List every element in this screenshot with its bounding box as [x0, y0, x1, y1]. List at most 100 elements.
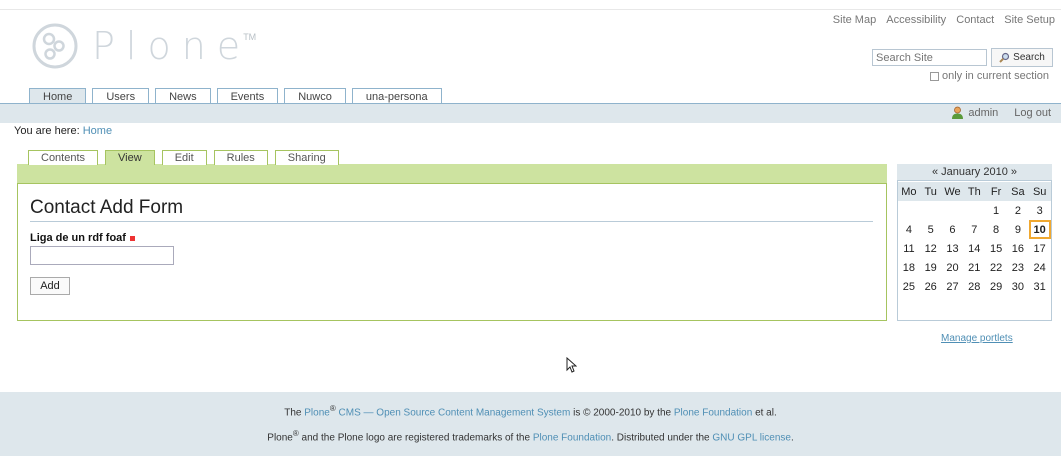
calendar-week-row: 11 12 13 14 15 16 17 [898, 239, 1051, 258]
calendar-day[interactable]: 18 [898, 258, 920, 277]
site-setup-link[interactable]: Site Setup [1004, 14, 1055, 26]
calendar-day[interactable]: 28 [963, 277, 985, 296]
footer-text: and the Plone logo are registered tradem… [301, 432, 531, 444]
footer-text: . Distributed under the [611, 432, 710, 444]
title-divider [30, 221, 873, 222]
tab-rules[interactable]: Rules [213, 150, 268, 165]
calendar-day[interactable]: 15 [985, 239, 1007, 258]
calendar-day[interactable]: 23 [1007, 258, 1029, 277]
calendar-day[interactable]: 25 [898, 277, 920, 296]
registered-mark: ® [329, 404, 336, 413]
calendar-day [898, 201, 920, 220]
calendar-day[interactable]: 30 [1007, 277, 1029, 296]
calendar-weekday: Su [1032, 185, 1047, 198]
plone-cms-link[interactable]: CMS — Open Source Content Management Sys… [339, 407, 571, 418]
calendar-day[interactable]: 14 [963, 239, 985, 258]
search-button-label: Search [1013, 52, 1045, 63]
page-title: Contact Add Form [30, 197, 184, 218]
calendar-day[interactable]: 3 [1029, 201, 1051, 220]
mouse-cursor-icon [566, 357, 577, 373]
calendar-week-row: 4 5 6 7 8 9 10 [898, 220, 1051, 239]
accessibility-link[interactable]: Accessibility [886, 14, 946, 26]
footer-text: et al. [755, 407, 777, 419]
calendar-day[interactable]: 2 [1007, 201, 1029, 220]
plone-logo-icon [32, 23, 78, 69]
breadcrumb-home-link[interactable]: Home [83, 125, 112, 137]
calendar-day[interactable]: 21 [963, 258, 985, 277]
calendar-day[interactable]: 7 [963, 220, 985, 239]
tab-view[interactable]: View [105, 150, 155, 165]
calendar-weekday: Sa [1011, 185, 1025, 198]
calendar-day[interactable]: 22 [985, 258, 1007, 277]
calendar-day[interactable]: 11 [898, 239, 920, 258]
content-views: Contents View Edit Rules Sharing [28, 150, 339, 165]
calendar-next-button[interactable]: » [1011, 166, 1017, 178]
current-section-checkbox[interactable] [930, 71, 939, 81]
calendar-day[interactable]: 13 [942, 239, 964, 258]
manage-portlets-link[interactable]: Manage portlets [941, 333, 1013, 344]
required-marker-icon [129, 235, 135, 241]
calendar-day[interactable]: 26 [920, 277, 942, 296]
tab-nuwco[interactable]: Nuwco [284, 88, 346, 104]
calendar-day[interactable]: 8 [985, 220, 1007, 239]
calendar-day[interactable]: 31 [1029, 277, 1051, 296]
rdf-foaf-input[interactable] [30, 246, 174, 265]
user-icon [952, 106, 964, 119]
calendar-day[interactable]: 27 [942, 277, 964, 296]
calendar-today[interactable]: 10 [1028, 220, 1051, 239]
calendar-day[interactable]: 16 [1007, 239, 1029, 258]
tab-sharing[interactable]: Sharing [274, 150, 339, 165]
calendar-day[interactable]: 29 [985, 277, 1007, 296]
calendar-day [963, 201, 985, 220]
calendar-day[interactable]: 24 [1029, 258, 1051, 277]
tab-edit[interactable]: Edit [161, 150, 207, 165]
site-map-link[interactable]: Site Map [833, 14, 876, 26]
footer-colophon: The Plone® CMS — Open Source Content Man… [0, 404, 1061, 418]
footer-text: Plone [267, 432, 293, 444]
tab-una-persona[interactable]: una-persona [351, 88, 442, 104]
top-divider [0, 9, 1061, 10]
calendar-prev-button[interactable]: « [932, 166, 938, 178]
search-input[interactable] [872, 49, 987, 66]
calendar-week-row: 123 [898, 201, 1051, 220]
calendar-day[interactable]: 12 [920, 239, 942, 258]
logo-trademark: TM [243, 32, 257, 42]
calendar-weekday: Tu [924, 185, 937, 198]
rdf-foaf-label: Liga de un rdf foaf [30, 232, 135, 244]
calendar-day[interactable]: 1 [985, 201, 1007, 220]
calendar-weekday-row: Mo Tu We Th Fr Sa Su [898, 182, 1051, 201]
plone-foundation-link[interactable]: Plone Foundation [533, 432, 611, 443]
user-name-link[interactable]: admin [968, 107, 998, 119]
calendar-weekday: Fr [990, 185, 1002, 198]
breadcrumb: You are here: Home [14, 125, 112, 137]
calendar-day[interactable]: 19 [920, 258, 942, 277]
calendar-day[interactable]: 17 [1029, 239, 1051, 258]
breadcrumb-prefix: You are here: [14, 125, 80, 137]
calendar-day[interactable]: 6 [942, 220, 964, 239]
calendar-day[interactable]: 9 [1007, 220, 1029, 239]
add-button[interactable]: Add [30, 277, 70, 295]
calendar-grid: Mo Tu We Th Fr Sa Su 1 2 3 4 5 6 7 8 9 10 11 12 13 14 15 16 17 1… [898, 182, 1051, 296]
logout-link[interactable]: Log out [1014, 107, 1051, 119]
contact-link[interactable]: Contact [956, 14, 994, 26]
calendar-day[interactable]: 20 [942, 258, 964, 277]
gpl-license-link[interactable]: GNU GPL license [712, 432, 791, 443]
tab-events[interactable]: Events [216, 88, 279, 104]
calendar-weekday: Mo [901, 185, 917, 198]
calendar-day[interactable]: 5 [920, 220, 942, 239]
current-section-option[interactable]: only in current section [930, 70, 1049, 82]
tab-contents[interactable]: Contents [28, 150, 99, 165]
footer-trademark: Plone® and the Plone logo are registered… [0, 429, 1061, 443]
tab-users[interactable]: Users [92, 88, 150, 104]
search-button[interactable]: Search [991, 48, 1053, 67]
tab-home[interactable]: Home [29, 88, 87, 104]
calendar-month-label: January 2010 [941, 166, 1008, 178]
footer-text: The [284, 407, 302, 419]
calendar-day[interactable]: 4 [898, 220, 920, 239]
plone-foundation-link[interactable]: Plone Foundation [674, 407, 752, 418]
plone-logo[interactable]: Plone TM [32, 22, 256, 70]
calendar-weekday: Th [967, 185, 981, 198]
tab-news[interactable]: News [155, 88, 211, 104]
calendar-weekday: We [944, 185, 961, 198]
plone-link[interactable]: Plone [304, 407, 330, 418]
